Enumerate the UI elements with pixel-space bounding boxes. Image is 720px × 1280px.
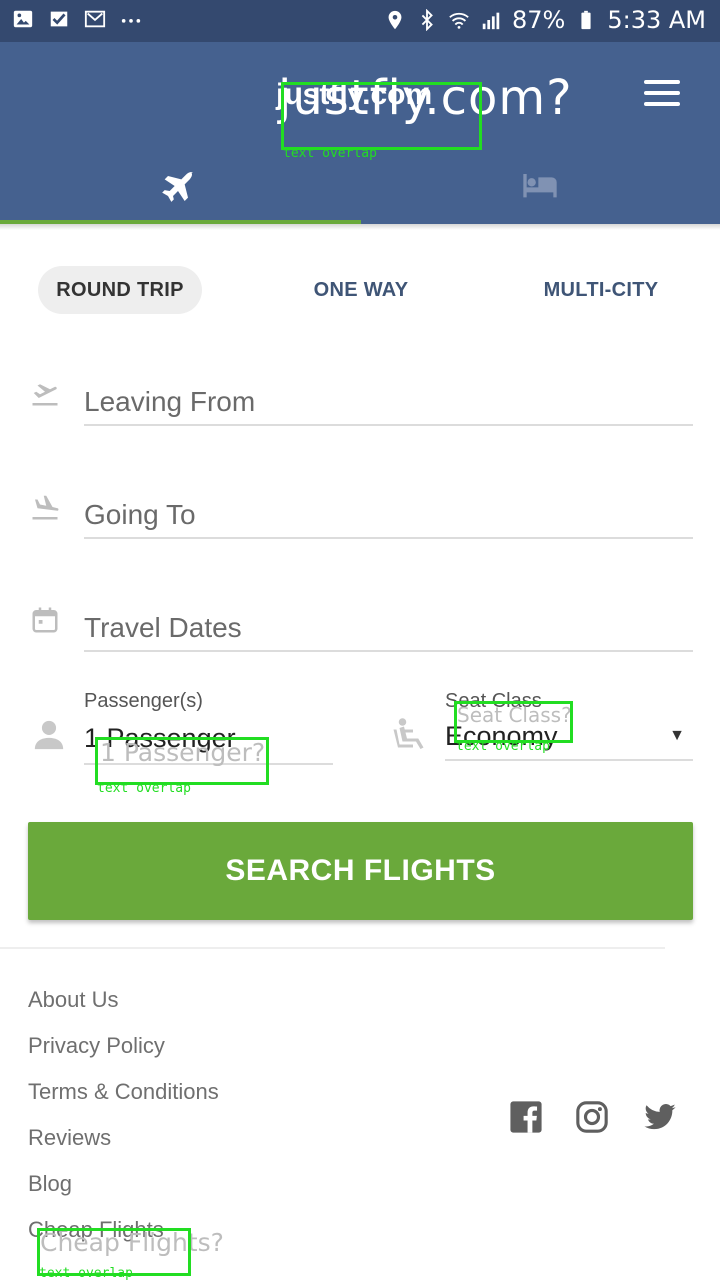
- app-header: justfly.com? justfly.com text overlap: [0, 42, 720, 224]
- overlay-label-cheap-flights: text overlap: [39, 1266, 133, 1280]
- tab-hotels[interactable]: [360, 142, 720, 224]
- dropdown-arrow-icon: ▼: [669, 727, 685, 744]
- airplane-icon: [162, 171, 193, 202]
- trip-type-one-way[interactable]: ONE WAY: [296, 266, 426, 314]
- calendar-icon: [32, 607, 58, 633]
- takeoff-icon: [32, 384, 58, 406]
- bed-icon: [523, 174, 557, 198]
- travel-dates-input[interactable]: [84, 606, 693, 650]
- person-icon: [34, 720, 64, 750]
- trip-type-multi-city[interactable]: MULTI-CITY: [530, 266, 672, 314]
- search-flights-button[interactable]: SEARCH FLIGHTS: [28, 822, 693, 920]
- status-bar: 87% 5:33 AM: [0, 0, 720, 42]
- seat-icon: [393, 718, 424, 749]
- overlay-label-passengers: text overlap: [97, 781, 191, 796]
- footer-link-blog[interactable]: Blog: [28, 1171, 72, 1197]
- passengers-label: Passenger(s): [84, 690, 203, 712]
- location-icon: [388, 10, 402, 30]
- trip-type-round-trip[interactable]: ROUND TRIP: [38, 266, 202, 314]
- signal-icon: [482, 12, 500, 30]
- overlay-label-seat-class: text overlap: [456, 739, 550, 754]
- hamburger-menu-button[interactable]: [642, 78, 682, 108]
- travel-dates-field: [84, 606, 693, 652]
- app-screen: 87% 5:33 AM justfly.com? justfly.com tex…: [0, 0, 720, 1280]
- clock: 5:33 AM: [607, 6, 706, 34]
- more-icon: [121, 19, 141, 23]
- twitter-icon[interactable]: [643, 1100, 677, 1134]
- footer-link-about-us[interactable]: About Us: [28, 987, 119, 1013]
- landing-icon: [32, 495, 59, 520]
- mail-icon: [84, 10, 106, 28]
- header-shadow: [0, 224, 720, 230]
- overlay-box-passengers: [95, 737, 269, 785]
- battery-icon: [581, 10, 591, 30]
- overlay-box-logo: [281, 82, 482, 150]
- leaving-from-field: [84, 380, 693, 426]
- bluetooth-icon: [421, 9, 433, 31]
- footer-link-terms[interactable]: Terms & Conditions: [28, 1079, 219, 1105]
- battery-percent: 87%: [512, 6, 566, 34]
- overlay-box-seat-class: [454, 701, 573, 743]
- footer-link-privacy-policy[interactable]: Privacy Policy: [28, 1033, 165, 1059]
- image-icon: [13, 10, 33, 28]
- instagram-icon[interactable]: [575, 1100, 609, 1134]
- tab-flights[interactable]: [0, 142, 360, 224]
- going-to-input[interactable]: [84, 493, 693, 537]
- footer-link-reviews[interactable]: Reviews: [28, 1125, 111, 1151]
- going-to-field: [84, 493, 693, 539]
- wifi-icon: [449, 12, 469, 29]
- check-icon: [50, 11, 68, 27]
- facebook-icon[interactable]: [509, 1100, 543, 1134]
- footer-divider: [0, 947, 665, 949]
- leaving-from-input[interactable]: [84, 380, 693, 424]
